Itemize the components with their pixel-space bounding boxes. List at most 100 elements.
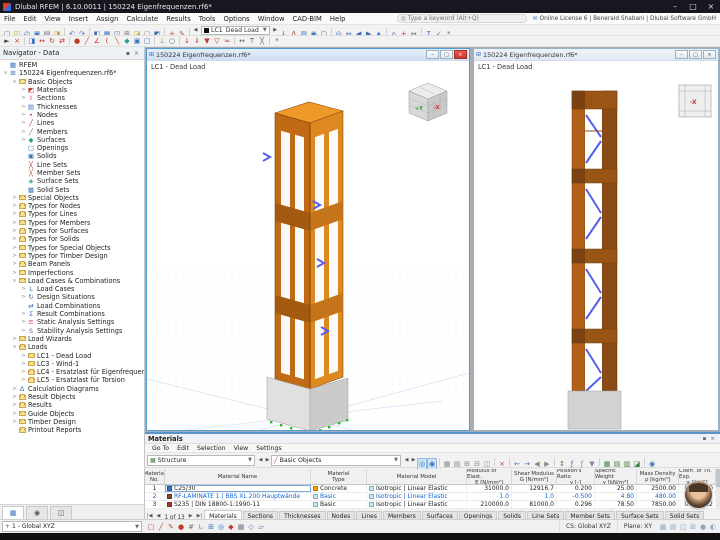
expand-icon[interactable]: > — [20, 120, 27, 126]
polar-icon[interactable]: ◎ — [216, 522, 226, 532]
tree-item-surfaces[interactable]: >◆Surfaces — [0, 136, 144, 144]
base-block[interactable] — [568, 391, 621, 429]
table-view-icon[interactable]: ▦ — [442, 459, 452, 469]
column-header-shear-modulus[interactable]: Shear ModulusG [N/mm²] — [512, 469, 557, 484]
previous-load-case-button[interactable]: ◀ — [192, 27, 199, 33]
viewport2-canvas[interactable]: LC1 - Dead Load — [474, 61, 718, 430]
sync-status-icon[interactable]: ◐ — [708, 522, 718, 532]
tree-item-load-wizards[interactable]: >Load Wizards — [0, 335, 144, 343]
tree-item-rfem[interactable]: ▦RFEM — [0, 61, 144, 69]
viewport2-close-button[interactable]: × — [703, 50, 716, 59]
material-row-2[interactable]: 2RF-LAMINATE 1 | BBS XL 200 HauptwändeBa… — [145, 493, 716, 501]
member-tool-icon[interactable]: ╲ — [112, 36, 122, 46]
expand-icon[interactable]: > — [11, 261, 18, 267]
expand-icon[interactable]: > — [20, 286, 27, 292]
table-cell[interactable]: Isotropic | Linear Elastic — [367, 485, 467, 492]
expand-icon[interactable]: > — [11, 236, 18, 242]
tree-item-loads[interactable]: vLoads — [0, 343, 144, 351]
new-load-icon[interactable]: + — [167, 29, 177, 37]
edit-load-icon[interactable]: ✎ — [177, 29, 187, 37]
navigator-toggle-icon[interactable]: ◧ — [92, 29, 102, 37]
objects-filter-dropdown[interactable]: ╱ Basic Objects ▼ — [271, 455, 401, 466]
line-grid-icon[interactable]: ▦ — [236, 522, 246, 532]
tree-item-openings[interactable]: ▢Openings — [0, 144, 144, 152]
table-cell[interactable]: 25.00 — [595, 485, 637, 492]
tree-item-line-sets[interactable]: ╳Line Sets — [0, 161, 144, 169]
support-tool-icon[interactable]: ⊥ — [157, 36, 167, 46]
pin-icon[interactable]: ▪ — [124, 50, 132, 57]
column-header-material-model[interactable]: Material Model — [367, 469, 467, 484]
fx-edit-icon[interactable]: ƒ — [577, 459, 587, 469]
table-cell[interactable]: 4.80 — [595, 493, 637, 500]
expand-icon[interactable]: > — [11, 253, 18, 259]
free-load-icon[interactable]: ▽ — [212, 36, 222, 46]
line-tool-icon[interactable]: ╱ — [82, 36, 92, 46]
maximize-button[interactable]: □ — [684, 0, 702, 13]
window-layout-icon[interactable]: ⊞ — [122, 29, 132, 37]
pin-icon[interactable]: ▪ — [701, 436, 709, 442]
table-cell[interactable]: RF-LAMINATE 1 | BBS XL 200 Hauptwände — [165, 493, 311, 500]
menu-cad-bim[interactable]: CAD-BIM — [289, 15, 326, 23]
expand-icon[interactable]: > — [20, 353, 27, 359]
objects-prev-button[interactable]: ◀ — [403, 457, 410, 463]
viewport2-maximize-button[interactable]: □ — [689, 50, 702, 59]
table-cell[interactable]: C25/30 — [165, 485, 311, 492]
deselect-icon[interactable]: × — [12, 36, 22, 46]
solid-tool-icon[interactable]: ▣ — [132, 36, 142, 46]
materials-menu-edit[interactable]: Edit — [173, 445, 193, 452]
viewport1-title-bar[interactable]: ⊞ 150224 Eigenfrequenzen.rf6* – □ × — [147, 49, 469, 61]
tree-item-static-analysis-settings[interactable]: >≡Static Analysis Settings — [0, 318, 144, 326]
member-load-icon[interactable]: ⇓ — [192, 36, 202, 46]
units-icon[interactable]: ⊞ — [688, 522, 698, 532]
expand-icon[interactable]: > — [11, 203, 18, 209]
structure-filter-dropdown[interactable]: ▦ Structure ▼ — [147, 455, 255, 466]
menu-view[interactable]: View — [41, 15, 65, 23]
prev-table-icon[interactable]: ◀ — [532, 459, 542, 469]
next-table-icon[interactable]: ▶ — [542, 459, 552, 469]
tree-item-design-situations[interactable]: >↻Design Situations — [0, 293, 144, 301]
expand-icon[interactable]: > — [11, 411, 18, 417]
materials-menu-go-to[interactable]: Go To — [148, 445, 173, 452]
expand-icon[interactable]: > — [11, 228, 18, 234]
language-icon[interactable]: ● — [698, 522, 708, 532]
zoom-icon[interactable]: ◎ — [334, 29, 344, 37]
viewport1-canvas[interactable]: LC1 - Dead Load — [147, 61, 469, 430]
table-cell[interactable]: 1 — [145, 485, 165, 492]
cartesian-icon[interactable]: ⊞ — [206, 522, 216, 532]
import-row-icon[interactable]: ← — [512, 459, 522, 469]
expand-icon[interactable]: > — [11, 220, 18, 226]
menu-file[interactable]: File — [0, 15, 19, 23]
objects-next-button[interactable]: ▶ — [410, 457, 417, 463]
table-color-icon[interactable]: ◪ — [632, 459, 642, 469]
column-right-face[interactable] — [310, 111, 343, 389]
load-case-selector[interactable]: LC1 Dead Load ▼ — [201, 26, 270, 35]
imperfection-icon[interactable]: ≈ — [222, 36, 232, 46]
close-panel-icon[interactable]: × — [708, 436, 717, 442]
column-header-poisson-s-ratio[interactable]: Poisson's Ratioν [-] — [557, 469, 595, 484]
collapse-icon[interactable]: v — [11, 344, 18, 350]
show-results-icon[interactable]: ∆ — [289, 29, 299, 37]
sync-selection-icon[interactable]: ◉ — [427, 458, 437, 470]
select-arrow-icon[interactable]: ► — [2, 36, 12, 46]
table-cell[interactable]: 210000.0 — [467, 501, 512, 508]
clipping-box-icon[interactable]: ▢ — [319, 29, 329, 37]
dimension-icon[interactable]: ↔ — [237, 36, 247, 46]
tree-item-types-for-solids[interactable]: >Types for Solids — [0, 235, 144, 243]
grid-icon[interactable]: # — [186, 522, 196, 532]
tree-item-basic-objects[interactable]: vBasic Objects — [0, 78, 144, 86]
menu-help[interactable]: Help — [326, 15, 350, 23]
expand-icon[interactable]: > — [20, 129, 27, 135]
shadow-icon[interactable]: ◫ — [678, 522, 688, 532]
tree-item-types-for-special-objects[interactable]: >Types for Special Objects — [0, 244, 144, 252]
menu-window[interactable]: Window — [254, 15, 289, 23]
polyline-tool-icon[interactable]: ∠ — [92, 36, 102, 46]
materials-menu-settings[interactable]: Settings — [252, 445, 285, 452]
arc-tool-icon[interactable]: ( — [102, 36, 112, 46]
tree-item-load-combinations[interactable]: ⇄Load Combinations — [0, 302, 144, 310]
visibility-icon[interactable]: ◉ — [309, 29, 319, 37]
tree-item-special-objects[interactable]: >Special Objects — [0, 194, 144, 202]
tree-item-stability-analysis-settings[interactable]: >SStability Analysis Settings — [0, 327, 144, 335]
material-row-1[interactable]: 1C25/30ConcreteIsotropic | Linear Elasti… — [145, 485, 716, 493]
table-cell[interactable]: 12916.7 — [512, 485, 557, 492]
surface-load-icon[interactable]: ▼ — [202, 36, 212, 46]
